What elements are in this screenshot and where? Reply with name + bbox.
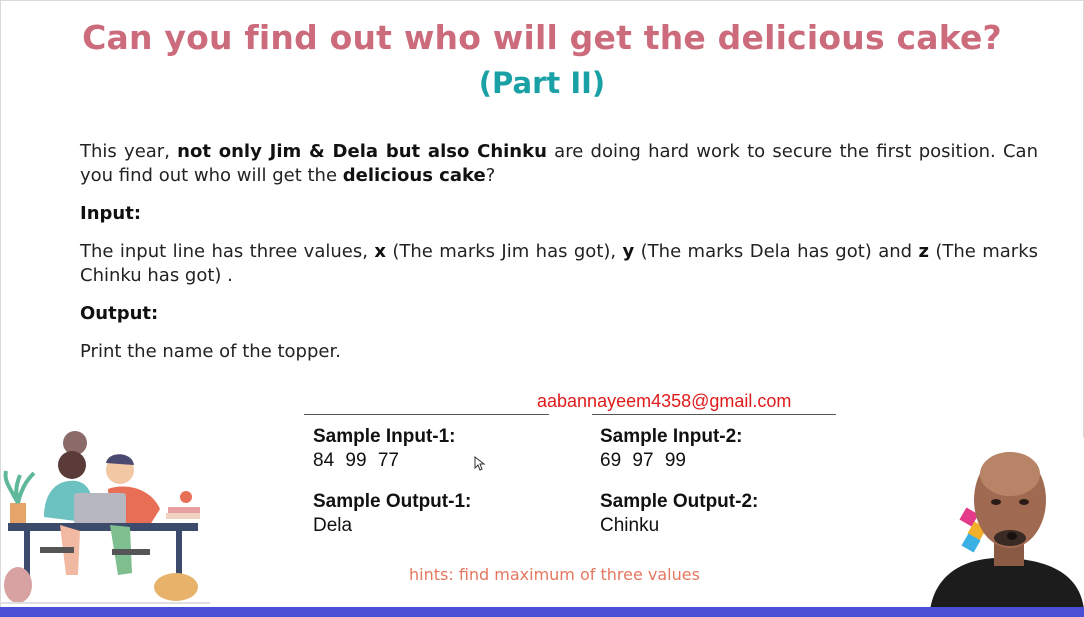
sample-input-1-value: 84 99 77 <box>313 450 399 471</box>
slide-title: Can you find out who will get the delici… <box>82 18 1002 57</box>
sample-input-2-value: 69 97 99 <box>600 450 686 471</box>
input-heading: Input: <box>80 203 142 224</box>
output-description: Print the name of the topper. <box>80 341 341 362</box>
sample-output-2-value: Chinku <box>600 515 660 536</box>
email-watermark: aabannayeem4358@gmail.com <box>537 391 792 411</box>
intro-paragraph: This year, not only Jim & Dela but also … <box>80 141 1038 186</box>
divider-right <box>592 414 836 415</box>
sample-output-2-label: Sample Output-2: <box>600 491 759 512</box>
bottom-bar <box>0 607 1084 617</box>
sample-input-1-label: Sample Input-1: <box>313 426 456 447</box>
hint-text: hints: find maximum of three values <box>409 565 700 584</box>
sample-output-1-label: Sample Output-1: <box>313 491 472 512</box>
slide-subtitle: (Part II) <box>478 66 606 100</box>
presenter-webcam <box>930 438 1084 610</box>
sample-input-2-label: Sample Input-2: <box>600 426 743 447</box>
students-illustration <box>0 431 210 604</box>
sample-output-1-value: Dela <box>313 515 353 536</box>
input-description: The input line has three values, x (The … <box>80 241 1038 286</box>
divider-left <box>304 414 549 415</box>
mouse-cursor-icon <box>474 456 486 471</box>
output-heading: Output: <box>80 303 159 324</box>
